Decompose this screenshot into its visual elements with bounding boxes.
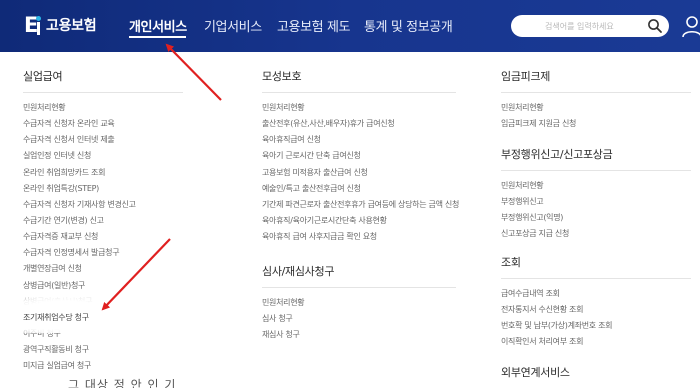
section-divider [501,170,691,171]
column-external: 외부연계서비스 [501,364,570,380]
logo-text: 고용보험 [46,18,97,34]
menu-item[interactable]: 실업인정 인터넷 신청 [23,148,183,164]
menu-item[interactable]: 민원처리현황 [23,100,183,116]
menu-item[interactable]: 민원처리현황 [501,100,691,116]
column-wage-peak: 임금피크제 민원처리현황 임금피크제 지원금 신청 [501,68,691,132]
menu-item[interactable]: 수급자격 인정명세서 발급청구 [23,245,183,261]
column-appeal: 심사/재심사청구 민원처리현황 심사 청구 재심사 청구 [262,263,456,343]
menu-item[interactable]: 출산전후(유산,사산,배우자)휴가 급여신청 [262,116,459,132]
search-input[interactable] [511,21,647,31]
unemployment-menu: 민원처리현황 수급자격 신청자 온라인 교육 수급자격 신청서 인터넷 제출 실… [23,100,183,374]
menu-item[interactable]: 미지급 실업급여 청구 [23,358,183,374]
column-fraud-report: 부정행위신고/신고포상금 민원처리현황 부정행위신고 부정행위신고(익명) 신고… [501,146,691,242]
menu-item[interactable]: 상병급여(일반)청구 [23,278,183,294]
column-inquiry: 조회 급여수급내역 조회 전자통지서 수신현황 조회 번호확 및 납부(가상)계… [501,254,691,350]
menu-item[interactable]: 개별연장급여 신청 [23,261,183,277]
menu-item[interactable]: 민원처리현황 [501,178,691,194]
menu-item[interactable]: 민원처리현황 [262,295,456,311]
column-maternity: 모성보호 민원처리현황 출산전후(유산,사산,배우자)휴가 급여신청 육아휴직급… [262,68,459,245]
top-header: E 고용보험 개인서비스 기업서비스 고용보험 제도 통계 및 정보공개 [0,0,700,52]
search-icon[interactable] [647,18,663,34]
fraud-report-menu: 민원처리현황 부정행위신고 부정행위신고(익명) 신고포상금 지급 신청 [501,178,691,242]
menu-item[interactable]: 임금피크제 지원금 신청 [501,116,691,132]
menu-item[interactable]: 수급자격증 재교부 신청 [23,229,183,245]
nav-insurance-system[interactable]: 고용보험 제도 [277,16,350,35]
section-divider [23,92,183,93]
menu-item[interactable]: 수급자격 신청자 기재사항 변경신고 [23,197,183,213]
section-divider [262,287,456,288]
section-title-appeal: 심사/재심사청구 [262,265,335,278]
user-icon[interactable] [681,14,700,38]
menu-item[interactable]: 급여수급내역 조회 [501,286,691,302]
menu-item[interactable]: 육아휴직/육아기근로시간단축 사용현황 [262,213,459,229]
menu-item[interactable]: 전자통지서 수신현황 조회 [501,302,691,318]
inquiry-menu: 급여수급내역 조회 전자통지서 수신현황 조회 번호확 및 납부(가상)계좌번호… [501,286,691,350]
section-title-external: 외부연계서비스 [501,366,570,379]
menu-item[interactable]: 기간제 파견근로자 출산전후휴가 급여등에 상당하는 금액 신청 [262,197,459,213]
menu-item[interactable]: 번호확 및 납부(가상)계좌번호 조회 [501,318,691,334]
section-title-unemployment: 실업급여 [23,70,63,83]
appeal-menu: 민원처리현황 심사 청구 재심사 청구 [262,295,456,343]
menu-item[interactable]: 수급자격 신청자 온라인 교육 [23,116,183,132]
active-nav-underline [129,36,186,38]
wage-peak-menu: 민원처리현황 임금피크제 지원금 신청 [501,100,691,132]
logo-icon: E [24,14,44,36]
menu-item[interactable]: 육아휴직 급여 사후지급금 확인 요청 [262,229,459,245]
menu-item[interactable]: 이직확인서 처리여부 조회 [501,334,691,350]
menu-item[interactable]: 수급자격 신청서 인터넷 제출 [23,132,183,148]
section-title-fraud-report: 부정행위신고/신고포상금 [501,148,613,161]
menu-item[interactable]: 고용보험 미적용자 출산급여 신청 [262,165,459,181]
section-title-maternity: 모성보호 [262,70,302,83]
menu-item[interactable]: 온라인 취업특강(STEP) [23,181,183,197]
maternity-menu: 민원처리현황 출산전후(유산,사산,배우자)휴가 급여신청 육아휴직급여 신청 … [262,100,459,245]
section-divider [262,92,456,93]
menu-item[interactable]: 민원처리현황 [262,100,459,116]
menu-item[interactable]: 육아휴직급여 신청 [262,132,459,148]
menu-item[interactable]: 광역구직활동비 청구 [23,342,183,358]
nav-statistics[interactable]: 통계 및 정보공개 [364,16,453,35]
menu-item[interactable]: 심사 청구 [262,311,456,327]
search-box [511,15,669,37]
section-divider [501,92,691,93]
menu-item[interactable]: 부정행위신고 [501,194,691,210]
menu-item-early-reemployment[interactable]: 조기재취업수당 청구 [23,310,183,326]
menu-item[interactable]: 신고포상금 지급 신청 [501,226,691,242]
nav-business-services[interactable]: 기업서비스 [204,16,262,35]
site-logo[interactable]: E 고용보험 [24,13,97,37]
section-title-inquiry: 조회 [501,256,521,269]
menu-item[interactable]: 육아기 근로시간 단축 급여신청 [262,148,459,164]
menu-item[interactable]: 온라인 취업희망카드 조회 [23,165,183,181]
section-divider [501,278,691,279]
nav-personal-services[interactable]: 개인서비스 [129,16,187,35]
menu-item[interactable]: 재심사 청구 [262,327,456,343]
menu-item[interactable]: 수급기간 연기(변경) 신고 [23,213,183,229]
section-title-wage-peak: 임금피크제 [501,70,551,83]
partial-footer-text: 그 대상 정 안 인 기 [68,378,177,388]
menu-item[interactable]: 예술인/특고 출산전후급여 신청 [262,181,459,197]
menu-item[interactable]: 부정행위신고(익명) [501,210,691,226]
